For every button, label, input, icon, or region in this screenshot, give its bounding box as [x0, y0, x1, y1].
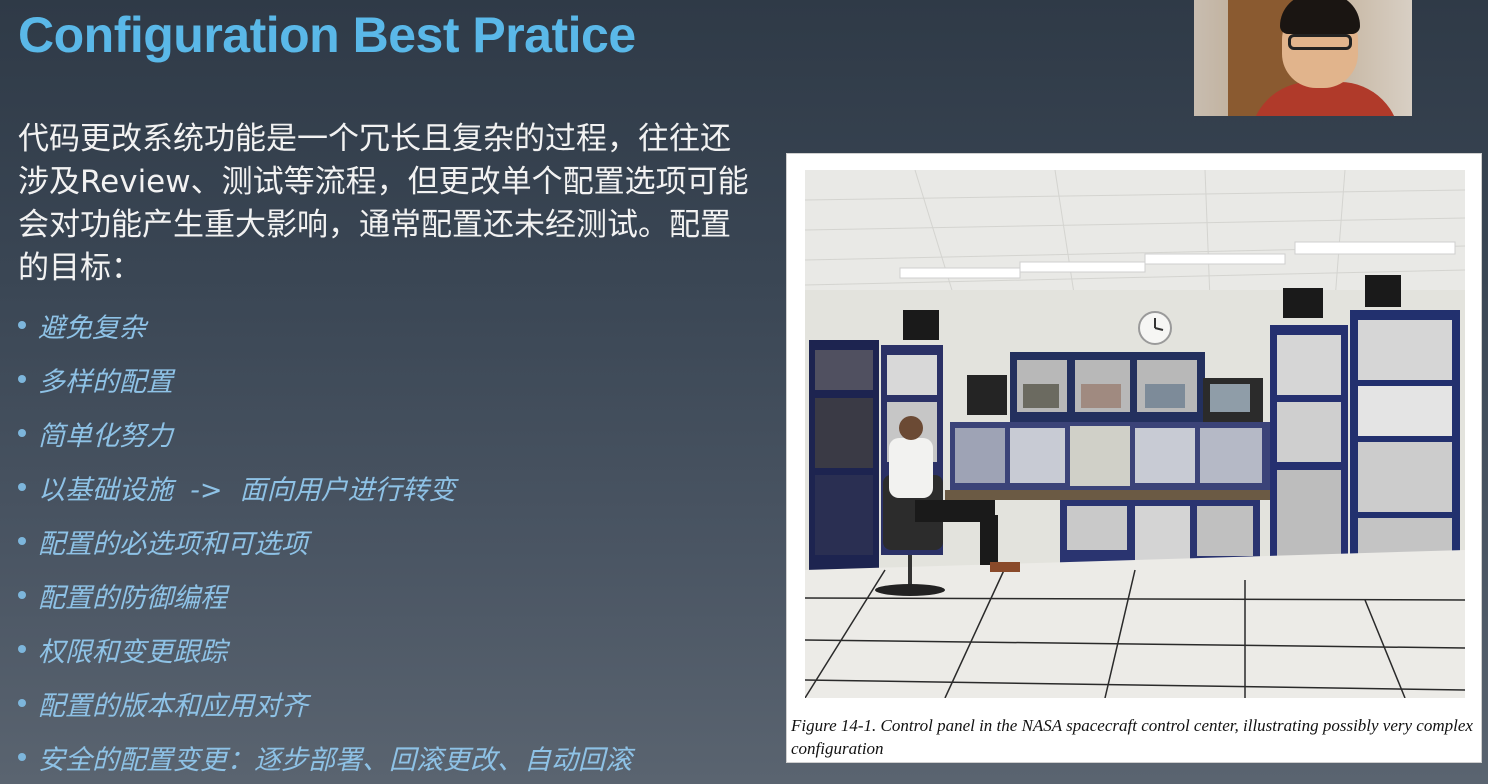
bullet-dot-icon: [18, 645, 26, 653]
presenter-glasses: [1288, 34, 1352, 50]
list-item: 多样的配置: [18, 352, 632, 406]
bullet-text: 权限和变更跟踪: [38, 636, 227, 668]
figure-frame: Figure 14-1. Control panel in the NASA s…: [786, 153, 1482, 763]
list-item: 配置的必选项和可选项: [18, 514, 632, 568]
bullet-text: 以基础设施 -> 面向用户进行转变: [38, 474, 456, 506]
bullet-text: 安全的配置变更：逐步部署、回滚更改、自动回滚: [38, 744, 632, 776]
bullet-dot-icon: [18, 753, 26, 761]
list-item: 配置的版本和应用对齐: [18, 676, 632, 730]
list-item: 配置的防御编程: [18, 568, 632, 622]
bullet-list: 避免复杂 多样的配置 简单化努力 以基础设施 -> 面向用户进行转变 配置的必选…: [18, 298, 632, 784]
bullet-dot-icon: [18, 699, 26, 707]
bullet-text: 配置的防御编程: [38, 582, 227, 614]
bullet-dot-icon: [18, 321, 26, 329]
bullet-text: 配置的必选项和可选项: [38, 528, 308, 560]
list-item: 安全的配置变更：逐步部署、回滚更改、自动回滚: [18, 730, 632, 784]
presenter-hair: [1280, 0, 1360, 34]
presenter-webcam: [1194, 0, 1412, 116]
figure-caption: Figure 14-1. Control panel in the NASA s…: [791, 716, 1473, 758]
list-item: 简单化努力: [18, 406, 632, 460]
control-room-photo: [805, 170, 1465, 698]
slide-title: Configuration Best Pratice: [18, 7, 636, 63]
bullet-text: 简单化努力: [38, 420, 173, 452]
bullet-dot-icon: [18, 375, 26, 383]
bullet-text: 多样的配置: [38, 366, 173, 398]
bullet-dot-icon: [18, 429, 26, 437]
list-item: 以基础设施 -> 面向用户进行转变: [18, 460, 632, 514]
bullet-dot-icon: [18, 483, 26, 491]
bullet-dot-icon: [18, 591, 26, 599]
bullet-dot-icon: [18, 537, 26, 545]
list-item: 避免复杂: [18, 298, 632, 352]
bullet-text: 避免复杂: [38, 312, 146, 344]
list-item: 权限和变更跟踪: [18, 622, 632, 676]
bullet-text: 配置的版本和应用对齐: [38, 690, 308, 722]
intro-paragraph: 代码更改系统功能是一个冗长且复杂的过程，往往还涉及Review、测试等流程，但更…: [18, 121, 749, 286]
